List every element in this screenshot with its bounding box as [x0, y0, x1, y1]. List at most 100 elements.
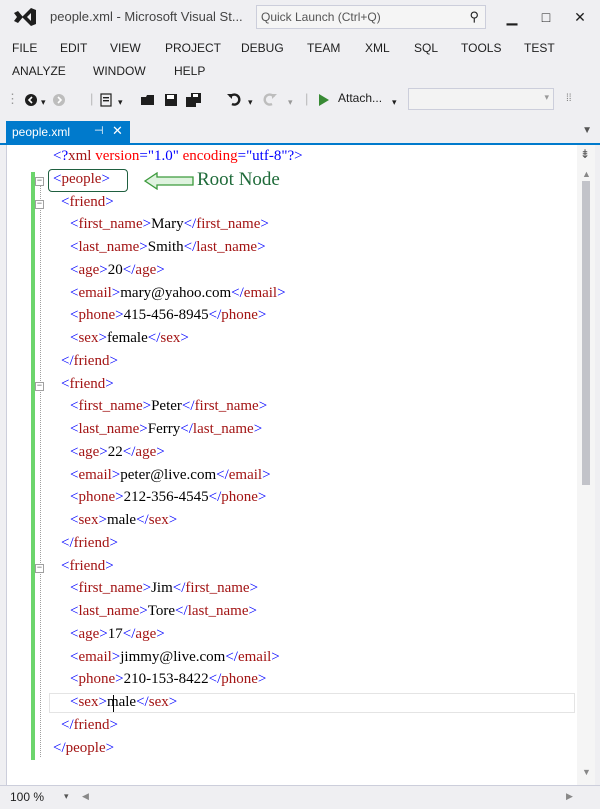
element-line-first-name: <first_name>Mary</first_name>: [70, 216, 269, 233]
friend-close-tag-line: </friend>: [61, 716, 118, 733]
scroll-thumb[interactable]: [582, 181, 590, 485]
navigate-forward-icon[interactable]: [52, 93, 66, 107]
pin-tab-icon[interactable]: ⊣: [94, 124, 104, 137]
combo-dropdown-icon[interactable]: ▾: [544, 92, 549, 103]
search-icon[interactable]: ⚲: [469, 9, 479, 25]
save-all-icon[interactable]: [185, 92, 203, 108]
split-window-icon[interactable]: ⇟: [580, 147, 590, 161]
window-title: people.xml - Microsoft Visual St...: [50, 9, 243, 24]
element-value: jimmy@live.com: [120, 648, 226, 665]
close-tab-icon[interactable]: ✕: [112, 123, 123, 139]
visual-studio-logo-icon: [14, 8, 36, 26]
new-project-icon[interactable]: [98, 92, 114, 108]
element-line-email: <email>jimmy@live.com</email>: [70, 648, 280, 665]
scroll-down-icon[interactable]: ▼: [582, 767, 591, 777]
attach-button[interactable]: Attach...: [338, 91, 382, 105]
menu-debug[interactable]: DEBUG: [241, 41, 284, 55]
toolbar-grip-icon: ⋮: [6, 91, 19, 106]
menu-bar: FILE EDIT VIEW PROJECT DEBUG TEAM XML SQ…: [0, 36, 600, 84]
xml-declaration-line: <?xml version="1.0" encoding="utf-8"?>: [53, 148, 303, 164]
zoom-level: 100 %: [10, 790, 45, 804]
friend-close-tag-line: </friend>: [61, 352, 118, 369]
quick-launch-placeholder: Quick Launch (Ctrl+Q): [261, 10, 381, 24]
close-window-button[interactable]: ✕: [568, 6, 592, 28]
scroll-up-icon[interactable]: ▲: [582, 169, 591, 179]
element-line-age: <age>20</age>: [70, 261, 165, 278]
element-line-last-name: <last_name>Tore</last_name>: [70, 603, 257, 619]
attach-dropdown-icon[interactable]: ▾: [392, 93, 397, 111]
vertical-scrollbar[interactable]: ⇟ ▲ ▼: [577, 145, 595, 785]
open-file-icon[interactable]: [140, 92, 156, 108]
friend-open-tag-line: <friend>: [61, 193, 114, 210]
menu-view[interactable]: VIEW: [110, 41, 141, 55]
toolbar-separator: |: [305, 91, 309, 106]
menu-xml[interactable]: XML: [365, 41, 390, 55]
friend-open-tag-line: <friend>: [61, 557, 114, 574]
collapse-friend-icon[interactable]: −: [35, 200, 44, 209]
element-value: 17: [107, 625, 123, 642]
collapse-people-icon[interactable]: −: [35, 177, 44, 186]
menu-test[interactable]: TEST: [524, 41, 555, 55]
friend-close-tag-line: </friend>: [61, 534, 118, 551]
redo-icon[interactable]: [262, 91, 278, 107]
xml-editor[interactable]: − − − − <?xml version="1.0" encoding="ut…: [6, 145, 595, 785]
element-line-age: <age>22</age>: [70, 443, 165, 460]
start-debugging-icon[interactable]: [318, 93, 330, 107]
save-icon[interactable]: [163, 92, 179, 108]
menu-tools[interactable]: TOOLS: [461, 41, 501, 55]
undo-icon[interactable]: [226, 91, 242, 107]
tab-people-xml[interactable]: people.xml ⊣ ✕: [6, 121, 130, 143]
collapse-friend-icon[interactable]: −: [35, 382, 44, 391]
menu-analyze[interactable]: ANALYZE: [12, 64, 66, 78]
element-line-sex: <sex>male</sex>: [70, 694, 178, 710]
change-tracking-bar: [31, 172, 35, 760]
element-value: 415-456-8945: [123, 307, 209, 324]
element-line-phone: <phone>210-153-8422</phone>: [70, 671, 267, 688]
quick-launch-input[interactable]: Quick Launch (Ctrl+Q) ⚲: [256, 5, 486, 29]
minimize-button[interactable]: ▁: [500, 6, 524, 28]
toolbar-options-icon[interactable]: ⁞⁞: [566, 90, 572, 108]
maximize-button[interactable]: □: [534, 6, 558, 28]
element-line-first-name: <first_name>Jim</first_name>: [70, 580, 259, 597]
zoom-combo[interactable]: 100 % ▾: [6, 789, 76, 807]
menu-team[interactable]: TEAM: [307, 41, 340, 55]
collapse-friend-icon[interactable]: −: [35, 564, 44, 573]
root-node-annotation: Root Node: [197, 169, 280, 190]
element-line-phone: <phone>415-456-8945</phone>: [70, 307, 267, 324]
element-value: Jim: [151, 580, 173, 597]
element-value: 212-356-4545: [123, 489, 209, 506]
element-line-email: <email>mary@yahoo.com</email>: [70, 284, 286, 301]
root-node-highlight-box: [48, 169, 128, 192]
menu-file[interactable]: FILE: [12, 41, 37, 55]
editor-bottom-bar: 100 % ▾ ◀ ▶: [0, 785, 600, 809]
menu-project[interactable]: PROJECT: [165, 41, 221, 55]
element-line-last-name: <last_name>Smith</last_name>: [70, 239, 266, 255]
menu-sql[interactable]: SQL: [414, 41, 438, 55]
scroll-left-icon[interactable]: ◀: [82, 791, 89, 802]
menu-edit[interactable]: EDIT: [60, 41, 87, 55]
element-value: 210-153-8422: [123, 671, 209, 688]
element-value: Smith: [147, 239, 184, 255]
root-close-tag-line: </people>: [53, 739, 115, 756]
solution-configuration-combo[interactable]: ▾: [408, 88, 554, 110]
menu-window[interactable]: WINDOW: [93, 64, 146, 78]
active-files-dropdown-icon[interactable]: ▼: [582, 125, 592, 136]
toolbar-separator: |: [90, 91, 94, 106]
element-value: 22: [107, 443, 123, 460]
element-value: Mary: [151, 216, 184, 233]
zoom-dropdown-icon[interactable]: ▾: [64, 791, 69, 802]
scroll-right-icon[interactable]: ▶: [566, 791, 573, 802]
element-value: mary@yahoo.com: [120, 284, 232, 301]
element-value: Peter: [151, 398, 182, 415]
new-dropdown-icon[interactable]: ▾: [118, 93, 123, 111]
navigate-back-icon[interactable]: [24, 93, 38, 107]
redo-dropdown-icon[interactable]: ▾: [288, 93, 293, 111]
element-value: 20: [107, 261, 123, 278]
back-dropdown-icon[interactable]: ▾: [41, 93, 46, 111]
element-value: Ferry: [147, 421, 181, 437]
undo-dropdown-icon[interactable]: ▾: [248, 93, 253, 111]
element-line-email: <email>peter@live.com</email>: [70, 466, 271, 483]
menu-help[interactable]: HELP: [174, 64, 205, 78]
element-value: male: [106, 512, 137, 528]
element-line-phone: <phone>212-356-4545</phone>: [70, 489, 267, 506]
